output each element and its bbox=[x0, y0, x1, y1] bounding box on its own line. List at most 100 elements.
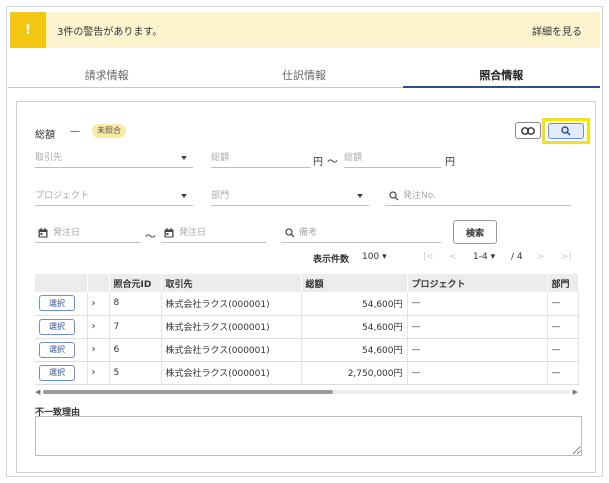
page-size-value: 100 bbox=[362, 252, 380, 262]
last-page-button[interactable]: >| bbox=[561, 252, 572, 262]
chevron-down-icon: ▾ bbox=[382, 252, 387, 262]
vendor-select[interactable]: 取引先 bbox=[35, 150, 193, 168]
page-size-select[interactable]: 100 ▾ bbox=[362, 252, 387, 262]
select-button[interactable]: 選択 bbox=[39, 318, 75, 335]
chevron-right-icon[interactable]: › bbox=[92, 298, 96, 309]
warning-message: 3件の警告があります。 bbox=[57, 27, 163, 38]
order-date-from-placeholder: 発注日 bbox=[53, 228, 81, 238]
total-label: 総額 bbox=[35, 130, 55, 141]
dept-cell: — bbox=[547, 315, 579, 339]
select-button[interactable]: 選択 bbox=[39, 341, 75, 358]
project-cell: — bbox=[407, 361, 548, 385]
expand-cell: › bbox=[87, 315, 110, 339]
order-no-input[interactable]: 発注No. bbox=[385, 188, 571, 206]
select-cell: 選択 bbox=[35, 338, 88, 362]
table-header-row: 照合元ID 取引先 総額 プロジェクト 部門 bbox=[35, 274, 579, 292]
vendor-cell: 株式会社ラクス(000001) bbox=[161, 315, 302, 339]
chevron-down-icon bbox=[181, 156, 187, 160]
amount-unit-from: 円 bbox=[313, 157, 323, 168]
scroll-thumb[interactable] bbox=[43, 390, 333, 394]
amount-to-placeholder: 総額 bbox=[344, 153, 363, 163]
page-range-select[interactable]: 1-4 ▾ bbox=[473, 252, 495, 262]
memo-placeholder: 備考 bbox=[299, 228, 318, 238]
project-cell: — bbox=[407, 292, 548, 316]
calendar-icon bbox=[38, 228, 48, 238]
column-header-amount[interactable]: 総額 bbox=[301, 274, 408, 292]
next-page-button[interactable]: > bbox=[537, 252, 545, 262]
pagination: 表示件数 100 ▾ |< < 1-4 ▾ / 4 > >| bbox=[17, 251, 597, 267]
page-size-label: 表示件数 bbox=[313, 255, 350, 265]
search-button[interactable]: 検索 bbox=[453, 220, 497, 244]
column-header bbox=[35, 274, 88, 292]
prev-page-button[interactable]: < bbox=[449, 252, 457, 262]
matching-table: 照合元ID 取引先 総額 プロジェクト 部門 選択 › 8 株式会社ラクス(00… bbox=[35, 274, 579, 385]
dept-placeholder: 部門 bbox=[211, 191, 230, 201]
select-cell: 選択 bbox=[35, 361, 88, 385]
vendor-placeholder: 取引先 bbox=[35, 153, 63, 163]
amount-cell: 54,600円 bbox=[301, 338, 408, 362]
column-header-project[interactable]: プロジェクト bbox=[407, 274, 548, 292]
link-icon bbox=[521, 126, 535, 135]
dept-cell: — bbox=[547, 338, 579, 362]
table-row: 選択 › 5 株式会社ラクス(000001) 2,750,000円 — — bbox=[35, 361, 579, 385]
column-header-id[interactable]: 照合元ID bbox=[109, 274, 162, 292]
column-header-dept[interactable]: 部門 bbox=[547, 274, 579, 292]
total-value: — bbox=[70, 126, 80, 137]
table-row: 選択 › 6 株式会社ラクス(000001) 54,600円 — — bbox=[35, 338, 579, 362]
vendor-cell: 株式会社ラクス(000001) bbox=[161, 292, 302, 316]
tab-journal-info[interactable]: 仕訳情報 bbox=[205, 62, 402, 87]
calendar-icon bbox=[164, 228, 174, 238]
expand-cell: › bbox=[87, 292, 110, 316]
search-icon bbox=[561, 126, 571, 136]
chevron-right-icon[interactable]: › bbox=[92, 321, 96, 332]
amount-to-input[interactable]: 総額 bbox=[344, 150, 441, 168]
scroll-left-icon[interactable]: ◀ bbox=[35, 388, 40, 396]
page-total: / 4 bbox=[511, 252, 523, 262]
tab-invoice-info[interactable]: 請求情報 bbox=[8, 62, 205, 87]
tab-matching-info[interactable]: 照合情報 bbox=[402, 62, 601, 88]
amount-from-input[interactable]: 総額 bbox=[211, 150, 311, 168]
scroll-right-icon[interactable]: ▶ bbox=[573, 388, 578, 396]
order-date-from-input[interactable]: 発注日 bbox=[35, 225, 140, 243]
chevron-down-icon: ▾ bbox=[490, 252, 496, 262]
project-cell: — bbox=[407, 315, 548, 339]
horizontal-scrollbar[interactable]: ◀ ▶ bbox=[35, 388, 578, 396]
amount-range-separator: 〜 bbox=[327, 155, 338, 168]
date-range-separator: 〜 bbox=[145, 230, 156, 243]
column-header-vendor[interactable]: 取引先 bbox=[161, 274, 302, 292]
warning-banner: ! 3件の警告があります。 詳細を見る bbox=[10, 12, 600, 48]
matching-panel: 総額 — 未照合 取引先 総額 円 〜 総額 円 プロジェクト 部門 発注No.… bbox=[16, 101, 596, 473]
select-button[interactable]: 選択 bbox=[39, 295, 75, 312]
search-icon bbox=[285, 228, 295, 238]
select-button[interactable]: 選択 bbox=[39, 364, 75, 381]
chevron-right-icon[interactable]: › bbox=[92, 367, 96, 378]
table-row: 選択 › 7 株式会社ラクス(000001) 54,600円 — — bbox=[35, 315, 579, 339]
tab-bar: 請求情報 仕訳情報 照合情報 bbox=[8, 62, 601, 88]
link-button[interactable] bbox=[515, 122, 541, 139]
id-cell: 5 bbox=[109, 361, 162, 385]
open-search-button[interactable] bbox=[548, 123, 584, 139]
select-cell: 選択 bbox=[35, 292, 88, 316]
project-cell: — bbox=[407, 338, 548, 362]
search-icon bbox=[389, 191, 399, 201]
id-cell: 6 bbox=[109, 338, 162, 362]
dept-select[interactable]: 部門 bbox=[211, 188, 369, 206]
warning-details-link[interactable]: 詳細を見る bbox=[532, 23, 582, 38]
chevron-down-icon bbox=[357, 194, 363, 198]
id-cell: 7 bbox=[109, 315, 162, 339]
mismatch-reason-textarea[interactable] bbox=[35, 416, 582, 456]
chevron-right-icon[interactable]: › bbox=[92, 344, 96, 355]
amount-from-placeholder: 総額 bbox=[211, 153, 230, 163]
table-row: 選択 › 8 株式会社ラクス(000001) 54,600円 — — bbox=[35, 292, 579, 316]
memo-input[interactable]: 備考 bbox=[281, 225, 441, 243]
order-date-to-input[interactable]: 発注日 bbox=[161, 225, 266, 243]
expand-cell: › bbox=[87, 361, 110, 385]
project-select[interactable]: プロジェクト bbox=[35, 188, 193, 206]
status-badge: 未照合 bbox=[92, 124, 126, 138]
page-range-value: 1-4 bbox=[473, 252, 488, 262]
order-date-to-placeholder: 発注日 bbox=[179, 228, 207, 238]
first-page-button[interactable]: |< bbox=[423, 252, 434, 262]
dept-cell: — bbox=[547, 361, 579, 385]
amount-cell: 54,600円 bbox=[301, 315, 408, 339]
select-cell: 選択 bbox=[35, 315, 88, 339]
